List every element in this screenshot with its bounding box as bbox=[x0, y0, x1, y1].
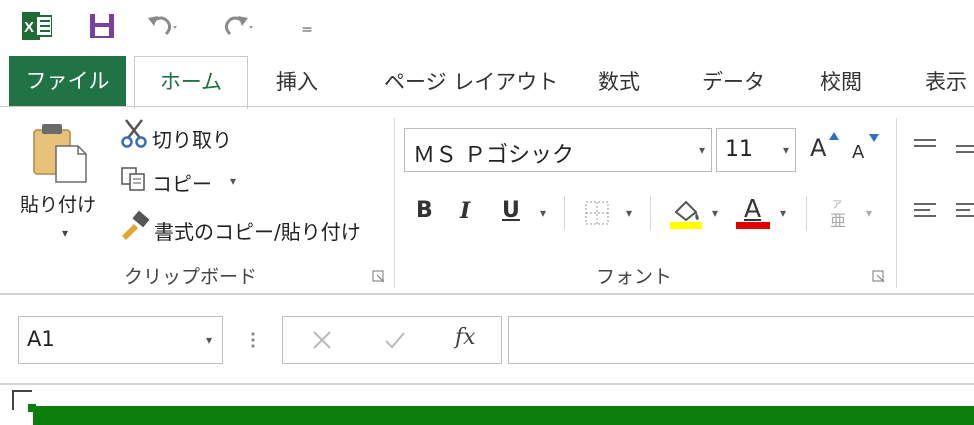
paste-dropdown-icon[interactable]: ▾ bbox=[62, 226, 68, 240]
tab-home[interactable]: ホーム bbox=[134, 56, 248, 109]
active-sheet-band bbox=[33, 406, 974, 425]
insert-function-button[interactable]: fx bbox=[455, 325, 476, 350]
copy-dropdown-icon[interactable]: ▾ bbox=[230, 174, 236, 188]
font-group-label: フォント bbox=[596, 266, 673, 288]
excel-logo-icon[interactable]: X bbox=[22, 12, 52, 40]
clipboard-group-label: クリップボード bbox=[124, 266, 258, 288]
font-sep-1 bbox=[564, 196, 565, 230]
group-separator bbox=[394, 118, 395, 288]
name-box-value: A1 bbox=[27, 327, 55, 351]
phonetic-dropdown-icon[interactable]: ▾ bbox=[866, 206, 872, 220]
tab-review[interactable]: 校閲 bbox=[820, 58, 862, 106]
cancel-icon[interactable] bbox=[311, 329, 333, 351]
customize-qat-icon[interactable]: = bbox=[300, 22, 314, 38]
shrink-font-button[interactable]: A bbox=[852, 142, 864, 163]
tab-page-layout[interactable]: ページ レイアウト bbox=[384, 58, 558, 106]
formula-input[interactable] bbox=[508, 316, 974, 364]
shrink-font-arrow-icon bbox=[869, 134, 879, 142]
fill-color-dropdown-icon[interactable]: ▾ bbox=[712, 206, 718, 220]
tab-formulas[interactable]: 数式 bbox=[598, 58, 640, 106]
format-painter-icon[interactable] bbox=[118, 210, 150, 240]
paste-icon[interactable] bbox=[30, 120, 90, 184]
font-sep-3 bbox=[806, 196, 807, 230]
font-color-dropdown-icon[interactable]: ▾ bbox=[780, 206, 786, 220]
font-size-dropdown-icon[interactable]: ▾ bbox=[783, 143, 789, 157]
clipboard-launcher-icon[interactable] bbox=[372, 270, 386, 284]
bold-button[interactable]: B bbox=[416, 198, 433, 223]
paste-button-label[interactable]: 貼り付け bbox=[20, 190, 96, 217]
font-size-value: 11 bbox=[725, 137, 753, 162]
save-icon[interactable] bbox=[88, 12, 116, 40]
ribbon-bottom-border bbox=[0, 293, 974, 295]
format-painter-label[interactable]: 書式のコピー/貼り付け bbox=[154, 216, 361, 245]
grow-font-button[interactable]: A bbox=[810, 134, 826, 162]
borders-icon[interactable] bbox=[584, 200, 610, 226]
borders-dropdown-icon[interactable]: ▾ bbox=[626, 206, 632, 220]
sheet-top-border bbox=[0, 383, 974, 385]
tab-data[interactable]: データ bbox=[702, 58, 765, 106]
font-color-button[interactable]: A bbox=[744, 194, 761, 223]
quick-access-toolbar: X = bbox=[0, 0, 974, 54]
font-sep-2 bbox=[650, 196, 651, 230]
font-name-combobox[interactable]: ＭＳ Ｐゴシック ▾ bbox=[404, 128, 712, 172]
underline-button[interactable]: U bbox=[502, 198, 520, 223]
tab-file[interactable]: ファイル bbox=[9, 56, 126, 106]
phonetic-guide-icon[interactable]: ア 亜 bbox=[828, 196, 852, 230]
alignment-icons[interactable] bbox=[912, 132, 974, 232]
tab-view[interactable]: 表示 bbox=[925, 58, 967, 106]
font-color-swatch bbox=[736, 222, 770, 229]
italic-button[interactable]: I bbox=[460, 198, 470, 224]
font-name-dropdown-icon[interactable]: ▾ bbox=[699, 143, 705, 157]
font-color-letter: A bbox=[744, 194, 762, 223]
name-box[interactable]: A1 ▾ bbox=[18, 316, 223, 364]
tab-insert[interactable]: 挿入 bbox=[276, 58, 318, 106]
enter-icon[interactable] bbox=[383, 329, 407, 351]
formula-buttons: fx bbox=[282, 316, 502, 364]
undo-icon[interactable] bbox=[146, 10, 180, 40]
fill-color-icon[interactable] bbox=[668, 194, 704, 230]
formula-bar-grip-icon[interactable] bbox=[248, 328, 258, 352]
name-box-dropdown-icon[interactable]: ▾ bbox=[206, 333, 212, 347]
group-separator-2 bbox=[896, 118, 897, 288]
font-size-combobox[interactable]: 11 ▾ bbox=[716, 128, 796, 172]
copy-button-label[interactable]: コピー bbox=[152, 168, 212, 197]
cut-icon[interactable] bbox=[120, 118, 148, 148]
font-name-value: ＭＳ Ｐゴシック bbox=[413, 143, 574, 168]
svg-text:ア: ア bbox=[832, 200, 842, 211]
shrink-font-letter: A bbox=[852, 142, 865, 163]
grow-font-letter: A bbox=[810, 134, 827, 162]
svg-text:亜: 亜 bbox=[830, 211, 846, 230]
redo-icon[interactable] bbox=[222, 10, 256, 40]
svg-text:X: X bbox=[24, 19, 34, 36]
underline-dropdown-icon[interactable]: ▾ bbox=[540, 206, 546, 220]
copy-icon[interactable] bbox=[120, 166, 148, 192]
font-launcher-icon[interactable] bbox=[872, 270, 886, 284]
grow-font-arrow-icon bbox=[829, 132, 839, 140]
cut-button-label[interactable]: 切り取り bbox=[152, 124, 232, 153]
